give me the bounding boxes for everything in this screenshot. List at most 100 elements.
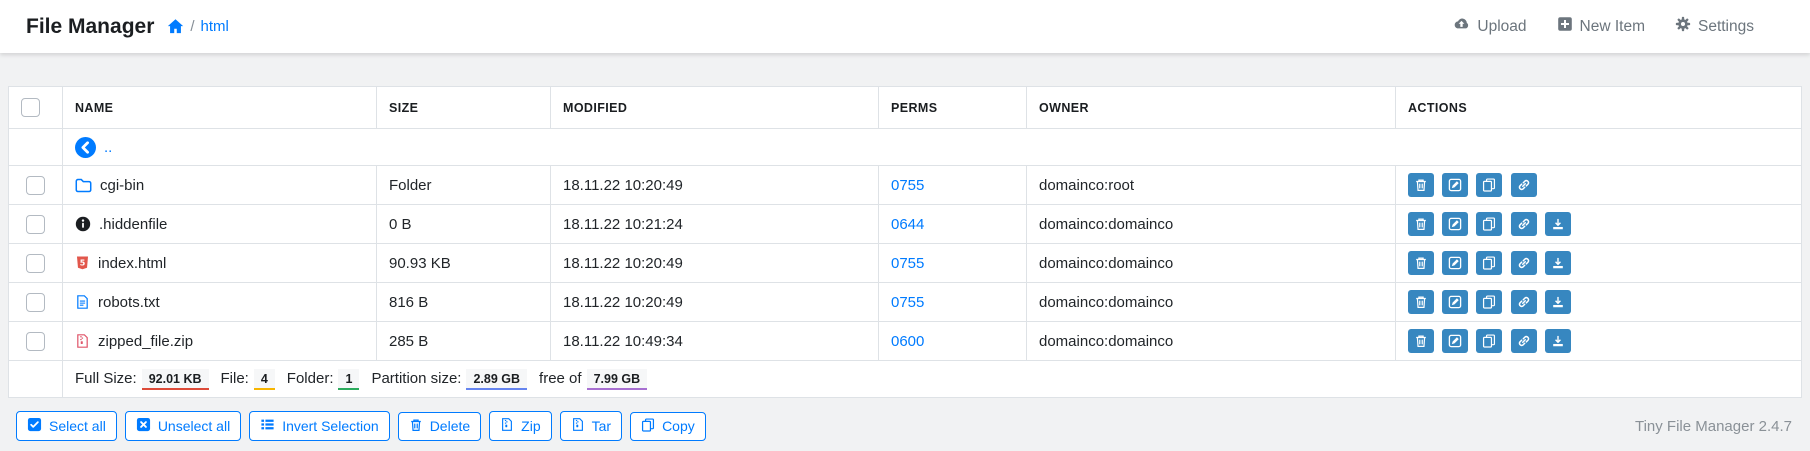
- perms-link[interactable]: 0755: [891, 255, 924, 272]
- new-item-label: New Item: [1579, 17, 1645, 35]
- gear-icon: [1675, 16, 1691, 37]
- row-checkbox[interactable]: [26, 214, 45, 234]
- perms-link[interactable]: 0755: [891, 177, 924, 194]
- delete-button[interactable]: [1408, 212, 1434, 236]
- list-icon: [260, 417, 275, 435]
- file-owner: domainco:root: [1026, 165, 1396, 205]
- delete-button[interactable]: [1408, 329, 1434, 353]
- delete-selected-button[interactable]: Delete: [397, 411, 482, 441]
- zip-label: Zip: [521, 418, 541, 434]
- file-name-link[interactable]: robots.txt: [75, 294, 364, 311]
- full-size-label: Full Size:: [75, 369, 137, 387]
- column-header-size[interactable]: SIZE: [376, 86, 551, 129]
- file-name: robots.txt: [98, 293, 160, 311]
- file-modified: 18.11.22 10:20:49: [550, 165, 879, 205]
- top-navbar: File Manager / html Upload New Item Sett…: [0, 0, 1810, 53]
- upload-button[interactable]: Upload: [1453, 16, 1527, 38]
- download-button[interactable]: [1544, 251, 1571, 275]
- settings-label: Settings: [1697, 17, 1754, 35]
- cloud-upload-icon: [1453, 16, 1470, 38]
- upload-label: Upload: [1477, 17, 1527, 35]
- table-row: .hiddenfile 0 B 18.11.22 10:21:24 0644 d…: [8, 204, 1802, 244]
- file-count-label: File:: [220, 369, 249, 387]
- new-item-button[interactable]: New Item: [1557, 16, 1645, 37]
- chevron-circle-left-icon: [75, 136, 96, 158]
- edit-button[interactable]: [1442, 173, 1469, 197]
- column-header-name[interactable]: NAME: [62, 86, 377, 129]
- table-row: robots.txt 816 B 18.11.22 10:20:49 0755 …: [8, 282, 1802, 322]
- row-checkbox[interactable]: [26, 175, 45, 195]
- download-button[interactable]: [1544, 212, 1571, 236]
- file-owner: domainco:domainco: [1026, 282, 1396, 322]
- copy-button[interactable]: [1476, 212, 1503, 236]
- file-name: index.html: [98, 254, 167, 272]
- svg-text:5: 5: [80, 259, 86, 268]
- breadcrumb-path-link[interactable]: html: [201, 18, 229, 35]
- parent-directory-label: ..: [104, 138, 113, 156]
- file-owner: domainco:domainco: [1026, 243, 1396, 283]
- file-name-link[interactable]: cgi-bin: [75, 177, 364, 194]
- partition-size-label: Partition size:: [371, 369, 462, 387]
- tar-button[interactable]: Tar: [559, 411, 623, 441]
- main-content: NAME SIZE MODIFIED PERMS OWNER ACTIONS .…: [0, 86, 1810, 441]
- link-button[interactable]: [1510, 329, 1537, 353]
- file-count-badge: 4: [253, 368, 275, 390]
- link-button[interactable]: [1510, 212, 1537, 236]
- copy-button[interactable]: [1476, 251, 1503, 275]
- select-all-button[interactable]: Select all: [16, 411, 117, 441]
- unselect-all-label: Unselect all: [157, 418, 231, 434]
- row-checkbox[interactable]: [26, 292, 45, 312]
- link-button[interactable]: [1510, 290, 1537, 314]
- download-button[interactable]: [1544, 290, 1571, 314]
- invert-selection-label: Invert Selection: [282, 418, 379, 434]
- folder-icon: [75, 177, 92, 194]
- file-name: cgi-bin: [100, 176, 145, 194]
- perms-link[interactable]: 0644: [891, 216, 924, 233]
- file-name-link[interactable]: .hiddenfile: [75, 216, 364, 233]
- perms-link[interactable]: 0755: [891, 294, 924, 311]
- column-header-modified[interactable]: MODIFIED: [550, 86, 879, 129]
- table-row: 5 index.html 90.93 KB 18.11.22 10:20:49 …: [8, 243, 1802, 283]
- file-modified: 18.11.22 10:20:49: [550, 282, 879, 322]
- file-name: zipped_file.zip: [98, 332, 194, 350]
- file-size: 285 B: [376, 321, 551, 361]
- perms-link[interactable]: 0600: [891, 333, 924, 350]
- copy-button[interactable]: [1476, 173, 1503, 197]
- copy-button[interactable]: [1476, 290, 1503, 314]
- download-button[interactable]: [1544, 329, 1571, 353]
- full-size-badge: 92.01 KB: [141, 368, 209, 390]
- file-table: NAME SIZE MODIFIED PERMS OWNER ACTIONS .…: [8, 86, 1802, 398]
- app-title: File Manager: [26, 14, 155, 38]
- file-archive-icon: [500, 417, 514, 435]
- select-all-checkbox[interactable]: [21, 98, 40, 117]
- info-circle-icon: [75, 216, 91, 232]
- copy-selected-button[interactable]: Copy: [630, 411, 706, 441]
- row-checkbox[interactable]: [26, 331, 45, 351]
- edit-button[interactable]: [1442, 290, 1469, 314]
- delete-button[interactable]: [1408, 251, 1434, 275]
- file-owner: domainco:domainco: [1026, 321, 1396, 361]
- file-name-link[interactable]: zipped_file.zip: [75, 333, 364, 350]
- delete-button[interactable]: [1408, 173, 1434, 197]
- row-checkbox[interactable]: [26, 253, 45, 273]
- unselect-all-button[interactable]: Unselect all: [124, 411, 242, 441]
- delete-button[interactable]: [1408, 290, 1434, 314]
- breadcrumb: / html: [167, 18, 229, 35]
- settings-button[interactable]: Settings: [1675, 16, 1754, 37]
- edit-button[interactable]: [1442, 329, 1469, 353]
- link-button[interactable]: [1510, 251, 1537, 275]
- folder-count-badge: 1: [338, 368, 360, 390]
- invert-selection-button[interactable]: Invert Selection: [249, 411, 390, 441]
- copy-label: Copy: [662, 418, 695, 434]
- parent-directory-row: ..: [8, 128, 1802, 166]
- zip-button[interactable]: Zip: [489, 411, 552, 441]
- parent-directory-link[interactable]: ..: [75, 136, 1789, 158]
- link-button[interactable]: [1510, 173, 1537, 197]
- home-icon[interactable]: [167, 18, 184, 35]
- copy-button[interactable]: [1476, 329, 1503, 353]
- edit-button[interactable]: [1442, 212, 1469, 236]
- edit-button[interactable]: [1442, 251, 1469, 275]
- column-header-owner: OWNER: [1026, 86, 1396, 129]
- file-name-link[interactable]: 5 index.html: [75, 255, 364, 272]
- file-modified: 18.11.22 10:20:49: [550, 243, 879, 283]
